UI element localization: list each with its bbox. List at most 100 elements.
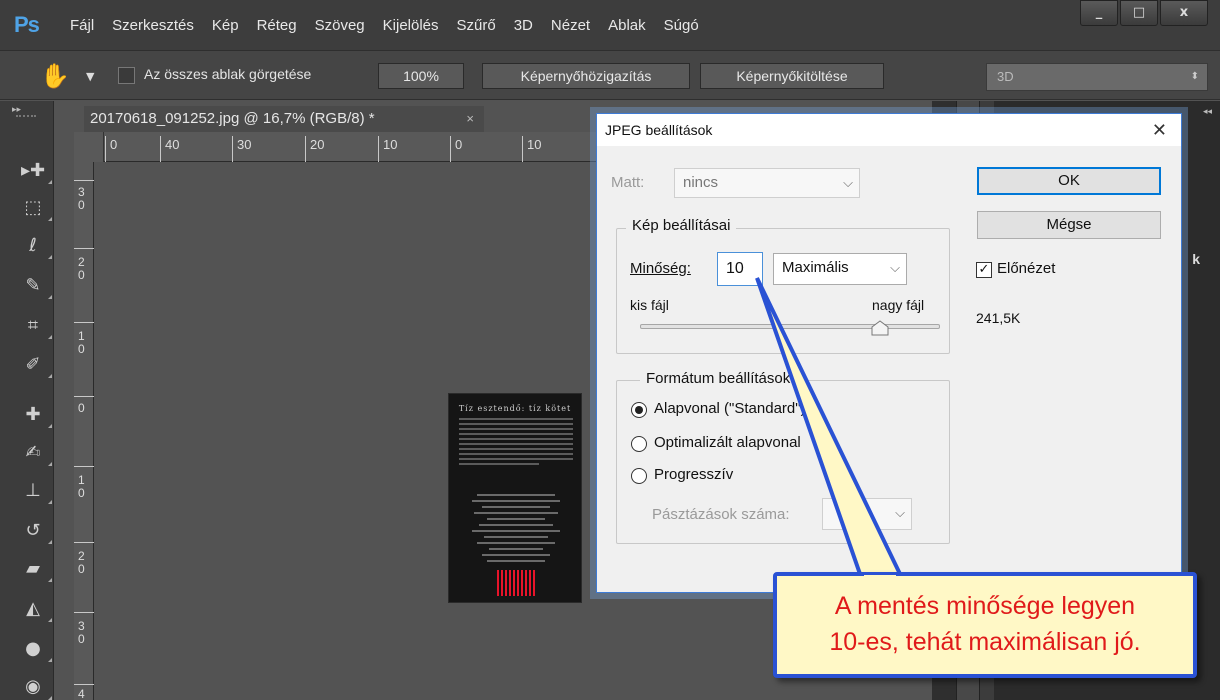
- fit-screen-button[interactable]: Képernyőhözigazítás: [482, 63, 690, 89]
- matte-label: Matt:: [611, 174, 645, 191]
- tool-preset-caret-icon[interactable]: ▼: [86, 70, 94, 83]
- menu-select[interactable]: Kijelölés: [383, 17, 439, 34]
- scroll-all-windows-label: Az összes ablak görgetése: [144, 66, 312, 82]
- dialog-title-bar: JPEG beállítások ✕: [597, 114, 1181, 146]
- scroll-all-windows-checkbox[interactable]: [118, 67, 135, 84]
- ruler-v-label: 1 0: [78, 329, 85, 356]
- menu-help[interactable]: Súgó: [664, 17, 699, 34]
- progressive-radio[interactable]: [631, 468, 647, 484]
- title-bar: Ps Fájl Szerkesztés Kép Réteg Szöveg Kij…: [0, 0, 1220, 50]
- ruler-v-label: 3 0: [78, 619, 85, 646]
- book-contents-list: [467, 494, 565, 566]
- dialog-title: JPEG beállítások: [605, 122, 713, 138]
- baseline-radio[interactable]: [631, 402, 647, 418]
- callout-line-2: 10-es, tehát maximálisan jó.: [829, 628, 1141, 656]
- crop-tool-icon[interactable]: ⌗: [20, 313, 52, 339]
- file-size-value: 241,5K: [976, 310, 1021, 326]
- quality-input[interactable]: 10: [717, 252, 763, 286]
- matte-value: nincs: [683, 174, 719, 191]
- image-options-group: [616, 228, 950, 354]
- move-tool-icon[interactable]: ▸✚: [20, 158, 52, 184]
- chevron-down-icon: ⌵: [890, 260, 900, 275]
- quality-preset-select[interactable]: Maximális ⌵: [773, 253, 907, 285]
- ruler-h-label: 40: [165, 137, 180, 152]
- ok-button[interactable]: OK: [977, 167, 1161, 195]
- menu-bar: Fájl Szerkesztés Kép Réteg Szöveg Kijelö…: [70, 0, 717, 50]
- panel-grip[interactable]: [16, 115, 36, 117]
- quality-label: Minőség:: [630, 260, 691, 277]
- quality-slider-thumb[interactable]: [871, 320, 889, 336]
- preview-checkbox[interactable]: ✓: [976, 262, 992, 278]
- brush-tool-icon[interactable]: ✍: [20, 440, 52, 466]
- zoom-100-button[interactable]: 100%: [378, 63, 464, 89]
- publisher-logo: [497, 570, 535, 596]
- ruler-h-label: 0: [110, 137, 118, 152]
- eyedropper-tool-icon[interactable]: ✐: [20, 352, 52, 378]
- ruler-v-label: 2 0: [78, 549, 85, 576]
- maximize-button[interactable]: □: [1120, 0, 1158, 26]
- book-cover-image: Tíz esztendő: tíz kötet: [448, 393, 582, 603]
- menu-window[interactable]: Ablak: [608, 17, 646, 34]
- hand-tool-icon[interactable]: ✋: [40, 62, 70, 90]
- menu-file[interactable]: Fájl: [70, 17, 94, 34]
- chevron-down-icon: ⌵: [843, 175, 853, 190]
- collapse-panel-icon[interactable]: ▸▸: [12, 105, 21, 115]
- ruler-v-label: 1 0: [78, 473, 85, 500]
- progressive-label: Progresszív: [654, 466, 734, 483]
- quick-select-tool-icon[interactable]: ✎: [20, 273, 52, 299]
- photoshop-logo: Ps: [14, 12, 40, 37]
- large-file-label: nagy fájl: [872, 297, 925, 313]
- paint-bucket-tool-icon[interactable]: ◭: [20, 596, 52, 622]
- optimized-radio[interactable]: [631, 436, 647, 452]
- document-tab-title: 20170618_091252.jpg @ 16,7% (RGB/8) *: [90, 110, 375, 127]
- ruler-v-label: 0: [78, 401, 85, 415]
- document-tab[interactable]: 20170618_091252.jpg @ 16,7% (RGB/8) * ×: [84, 106, 484, 132]
- quality-preset-value: Maximális: [782, 259, 849, 276]
- fill-screen-button[interactable]: Képernyőkitöltése: [700, 63, 884, 89]
- ruler-h-label: 10: [527, 137, 542, 152]
- quality-slider-track[interactable]: [640, 324, 940, 329]
- scans-select[interactable]: ⌵: [822, 498, 912, 530]
- history-brush-tool-icon[interactable]: ↺: [20, 518, 52, 544]
- book-title: Tíz esztendő: tíz kötet: [458, 404, 572, 413]
- chevron-down-icon: ⌵: [895, 505, 905, 520]
- menu-filter[interactable]: Szűrő: [457, 17, 496, 34]
- dodge-tool-icon[interactable]: ◉: [20, 674, 52, 700]
- menu-type[interactable]: Szöveg: [315, 17, 365, 34]
- panel-peek-text: k: [1192, 251, 1200, 267]
- annotation-callout: A mentés minősége legyen 10-es, tehát ma…: [773, 572, 1197, 678]
- menu-edit[interactable]: Szerkesztés: [112, 17, 194, 34]
- menu-3d[interactable]: 3D: [514, 17, 533, 34]
- matte-select[interactable]: nincs ⌵: [674, 168, 860, 198]
- updown-arrows-icon: ⬍: [1190, 71, 1199, 82]
- ruler-v-label: 4: [78, 687, 85, 700]
- image-options-title: Kép beállításai: [626, 217, 737, 234]
- workspace-select[interactable]: 3D ⬍: [986, 63, 1208, 91]
- ruler-h-label: 20: [310, 137, 325, 152]
- small-file-label: kis fájl: [630, 297, 669, 313]
- marquee-tool-icon[interactable]: ⬚: [20, 195, 52, 221]
- workspace-value: 3D: [997, 69, 1014, 84]
- collapse-right-panel-icon[interactable]: ◂◂: [1203, 107, 1212, 117]
- clone-stamp-tool-icon[interactable]: ⊥: [20, 478, 52, 504]
- optimized-label: Optimalizált alapvonal: [654, 434, 801, 451]
- callout-line-1: A mentés minősége legyen: [834, 592, 1136, 620]
- close-window-button[interactable]: x: [1160, 0, 1208, 26]
- menu-image[interactable]: Kép: [212, 17, 239, 34]
- ruler-h-label: 0: [455, 137, 463, 152]
- ruler-origin[interactable]: [74, 132, 104, 162]
- blur-tool-icon[interactable]: ●: [20, 636, 52, 662]
- lasso-tool-icon[interactable]: ℓ: [20, 233, 52, 259]
- menu-layer[interactable]: Réteg: [257, 17, 297, 34]
- menu-view[interactable]: Nézet: [551, 17, 590, 34]
- healing-brush-tool-icon[interactable]: ✚: [20, 402, 52, 428]
- baseline-label: Alapvonal ("Standard"): [654, 400, 806, 417]
- cancel-button[interactable]: Mégse: [977, 211, 1161, 239]
- dialog-close-icon[interactable]: ✕: [1152, 114, 1167, 146]
- eraser-tool-icon[interactable]: ▰: [20, 556, 52, 582]
- window-controls: _ □ x: [1078, 0, 1208, 26]
- minimize-button[interactable]: _: [1080, 0, 1118, 26]
- ruler-h-label: 30: [237, 137, 252, 152]
- close-document-icon[interactable]: ×: [466, 106, 474, 132]
- format-options-title: Formátum beállítások: [640, 370, 797, 387]
